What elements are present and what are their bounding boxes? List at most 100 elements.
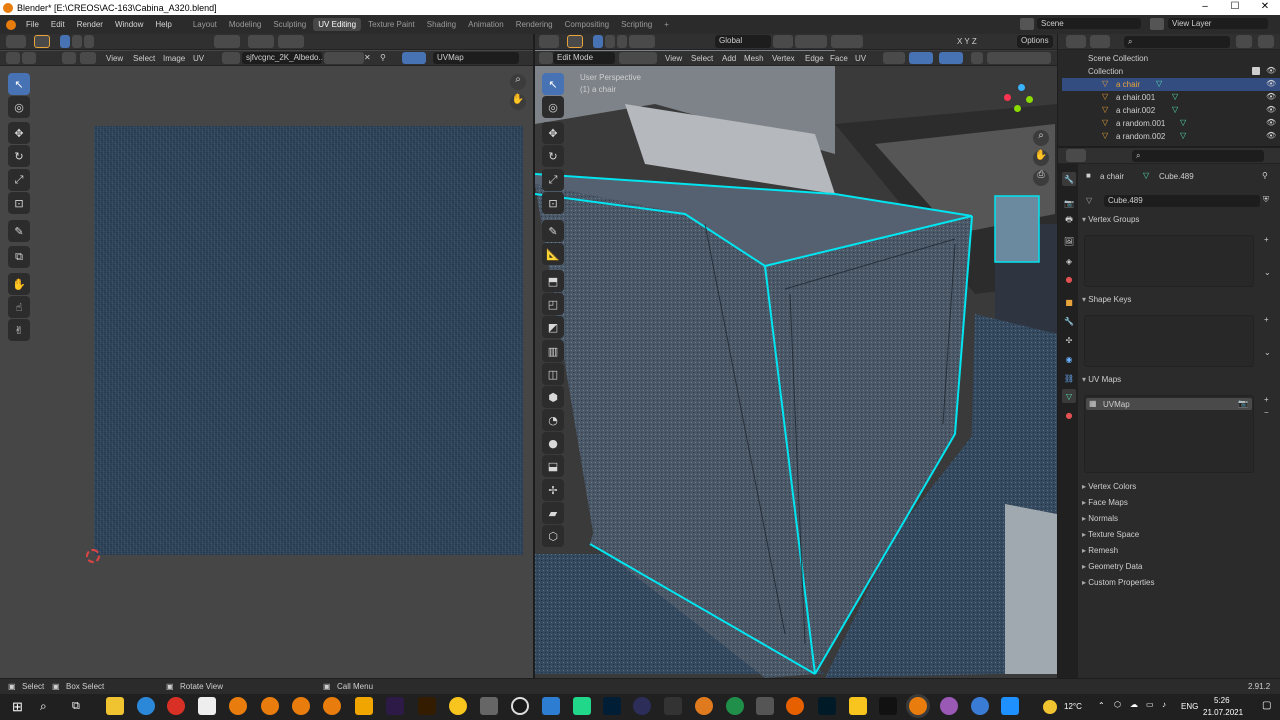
mesh-data-tab-icon[interactable]: ▽ <box>1062 389 1076 403</box>
render-tab-icon[interactable]: 📷 <box>1062 196 1076 210</box>
overlay-icon[interactable] <box>939 52 963 64</box>
visibility-eye-icon[interactable]: 👁 <box>1266 118 1276 127</box>
jetbrains-icon[interactable] <box>573 697 591 715</box>
shape-keys-list[interactable] <box>1084 315 1254 367</box>
app-icon-yellow[interactable] <box>449 697 467 715</box>
remove-uv-map-icon[interactable]: − <box>1264 408 1269 417</box>
tab-compositing[interactable]: Compositing <box>560 18 614 31</box>
fake-user-icon[interactable]: ⛨ <box>1263 195 1269 205</box>
uv-maps-panel-header[interactable]: ▾ UV Maps <box>1082 375 1276 389</box>
orientation-dropdown[interactable]: Global <box>715 35 771 48</box>
2d-cursor-icon[interactable] <box>86 549 100 563</box>
transform-tool-icon[interactable]: ⊡ <box>8 192 30 214</box>
scene-tab-icon[interactable]: ◈ <box>1062 254 1076 268</box>
shear-tool-icon[interactable]: ▰ <box>542 502 564 524</box>
mesh-name-field[interactable]: Cube.489 <box>1104 195 1260 207</box>
uv-zoom-icon[interactable]: ⌕ <box>510 74 526 90</box>
tab-texture-paint[interactable]: Texture Paint <box>363 18 420 31</box>
tool-tab-icon[interactable]: 🔧 <box>1062 172 1076 186</box>
view-layer-field[interactable]: View Layer <box>1168 18 1268 29</box>
app-icon-blue[interactable] <box>971 697 989 715</box>
uv-menu-select[interactable]: Select <box>133 54 155 63</box>
outliner-search-icon[interactable]: ⌕ <box>1124 36 1230 48</box>
visibility-eye-icon[interactable]: 👁 <box>1266 92 1276 101</box>
daz-studio-icon[interactable] <box>355 697 373 715</box>
edge-select-icon[interactable] <box>72 35 82 48</box>
visibility-eye-icon[interactable]: 👁 <box>1266 131 1276 140</box>
vertex-groups-list[interactable] <box>1084 235 1254 287</box>
select-box-tool-icon[interactable]: ↖ <box>8 73 30 95</box>
uv-menu-uv[interactable]: UV <box>193 54 204 63</box>
scene-field[interactable]: Scene <box>1037 18 1141 29</box>
output-tab-icon[interactable]: 🖶 <box>1062 214 1076 228</box>
tab-animation[interactable]: Animation <box>463 18 509 31</box>
tray-chevron-icon[interactable]: ⌃ <box>1098 701 1105 710</box>
modifier-tab-icon[interactable]: 🔧 <box>1062 314 1076 328</box>
unlink-image-icon[interactable]: ✕ <box>364 53 371 62</box>
vscode-icon[interactable] <box>542 697 560 715</box>
pivot-icon[interactable] <box>214 35 240 48</box>
gizmo-z-icon[interactable] <box>1018 84 1025 91</box>
tab-rendering[interactable]: Rendering <box>511 18 558 31</box>
view-layer-icon[interactable] <box>1150 18 1164 30</box>
material-tab-icon[interactable]: ● <box>1062 408 1076 422</box>
bevel-tool-icon[interactable]: ◩ <box>542 316 564 338</box>
maximize-button[interactable]: ☐ <box>1220 0 1250 15</box>
loop-cut-tool-icon[interactable]: ▥ <box>542 340 564 362</box>
menu-edit[interactable]: Edit <box>45 20 71 29</box>
poly-build-tool-icon[interactable]: ⬢ <box>542 386 564 408</box>
vertex-colors-panel-header[interactable]: ▸ Vertex Colors <box>1082 482 1276 496</box>
face-maps-panel-header[interactable]: ▸ Face Maps <box>1082 498 1276 512</box>
gizmo-x-icon[interactable] <box>1004 94 1011 101</box>
app-icon-dark[interactable] <box>664 697 682 715</box>
inset-tool-icon[interactable]: ◰ <box>542 293 564 315</box>
viewport-move-tool-icon[interactable]: ✥ <box>542 122 564 144</box>
blender-app-icon-4[interactable] <box>323 697 341 715</box>
media-player-icon[interactable] <box>633 697 651 715</box>
viewport-vertex-select-icon[interactable] <box>593 35 603 48</box>
viewport-menu-view[interactable]: View <box>665 54 682 63</box>
shape-keys-panel-header[interactable]: ▾ Shape Keys <box>1082 295 1276 309</box>
notifications-icon[interactable]: ▢ <box>1262 700 1271 711</box>
viewport-menu-face[interactable]: Face <box>830 54 848 63</box>
scale-tool-icon[interactable]: ⤢ <box>8 169 30 191</box>
cursor-tool-icon[interactable]: ◎ <box>8 96 30 118</box>
pin-context-icon[interactable]: ⚲ <box>1262 171 1268 180</box>
viewport-transform-tool-icon[interactable]: ⊡ <box>542 192 564 214</box>
menu-render[interactable]: Render <box>71 20 109 29</box>
outliner-scene-collection[interactable]: Scene Collection <box>1062 52 1280 65</box>
rotate-tool-icon[interactable]: ↻ <box>8 145 30 167</box>
3d-viewport[interactable] <box>535 34 1057 678</box>
collection-eye-icon[interactable]: 👁 <box>1266 66 1276 75</box>
tab-uv-editing[interactable]: UV Editing <box>313 18 362 31</box>
outliner-collection[interactable]: Collection 👁 <box>1062 65 1280 78</box>
app-icon-gray[interactable] <box>480 697 498 715</box>
face-select-icon[interactable] <box>84 35 94 48</box>
new-collection-icon[interactable] <box>1258 35 1274 48</box>
knife-tool-icon[interactable]: ◫ <box>542 363 564 385</box>
shading-modes-icon[interactable] <box>987 52 1051 64</box>
outliner-item[interactable]: ▽ a chair.002 ▽ 👁 <box>1062 104 1280 117</box>
proportional-icon[interactable] <box>278 35 304 48</box>
uv-map-row[interactable]: ▦ UVMap 📷 <box>1086 398 1252 410</box>
view-layer-tab-icon[interactable]: 🖼 <box>1062 234 1076 248</box>
particles-tab-icon[interactable]: ✣ <box>1062 333 1076 347</box>
sticky-select-icon[interactable] <box>62 52 76 64</box>
gizmo-y-icon[interactable] <box>1026 96 1033 103</box>
outliner-editor-type-icon[interactable] <box>1066 35 1086 48</box>
shrink-fatten-tool-icon[interactable]: ✢ <box>542 479 564 501</box>
mode-dropdown[interactable]: Edit Mode <box>553 52 615 64</box>
add-workspace-button[interactable]: + <box>659 18 674 31</box>
move-tool-icon[interactable]: ✥ <box>8 122 30 144</box>
snap-icon[interactable] <box>248 35 274 48</box>
uv-menu-image[interactable]: Image <box>163 54 185 63</box>
obs-icon[interactable] <box>511 697 529 715</box>
image-name-field[interactable]: sjfvcgnc_2K_Albedo... <box>242 52 322 64</box>
clock-time[interactable]: 5:26 <box>1214 696 1230 705</box>
pivot-point-icon[interactable] <box>773 35 793 48</box>
viewport-proportional-icon[interactable] <box>831 35 863 48</box>
tab-sculpting[interactable]: Sculpting <box>268 18 311 31</box>
viewport-select-mode-icon[interactable] <box>567 35 583 48</box>
menu-help[interactable]: Help <box>149 20 177 29</box>
properties-search-icon[interactable]: ⌕ <box>1132 150 1264 162</box>
